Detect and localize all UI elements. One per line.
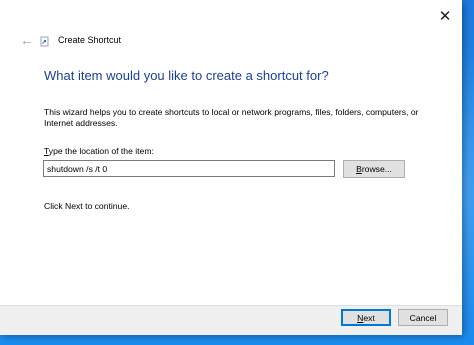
wizard-title: Create Shortcut (58, 35, 122, 45)
shortcut-wizard-icon (40, 36, 49, 47)
continue-hint: Click Next to continue. (44, 201, 130, 211)
browse-button[interactable]: Browse... (343, 160, 405, 178)
location-input[interactable] (43, 160, 335, 177)
cancel-button[interactable]: Cancel (398, 309, 448, 326)
close-icon[interactable]: ✕ (430, 4, 460, 28)
dialog-footer (0, 305, 462, 335)
cancel-label: Cancel (409, 312, 437, 323)
next-label: ext (363, 312, 375, 323)
wizard-description: This wizard helps you to create shortcut… (44, 107, 419, 128)
page-heading: What item would you like to create a sho… (44, 68, 329, 83)
next-button[interactable]: Next (341, 309, 391, 326)
location-label-text: ype the location of the item: (48, 146, 154, 156)
create-shortcut-dialog: ✕ ← Create Shortcut What item would you … (0, 0, 462, 335)
back-arrow-icon[interactable]: ← (18, 30, 36, 50)
browse-label: rowse... (361, 164, 392, 174)
location-field-label: Type the location of the item: (44, 146, 154, 156)
title-bar: ✕ (0, 0, 462, 30)
